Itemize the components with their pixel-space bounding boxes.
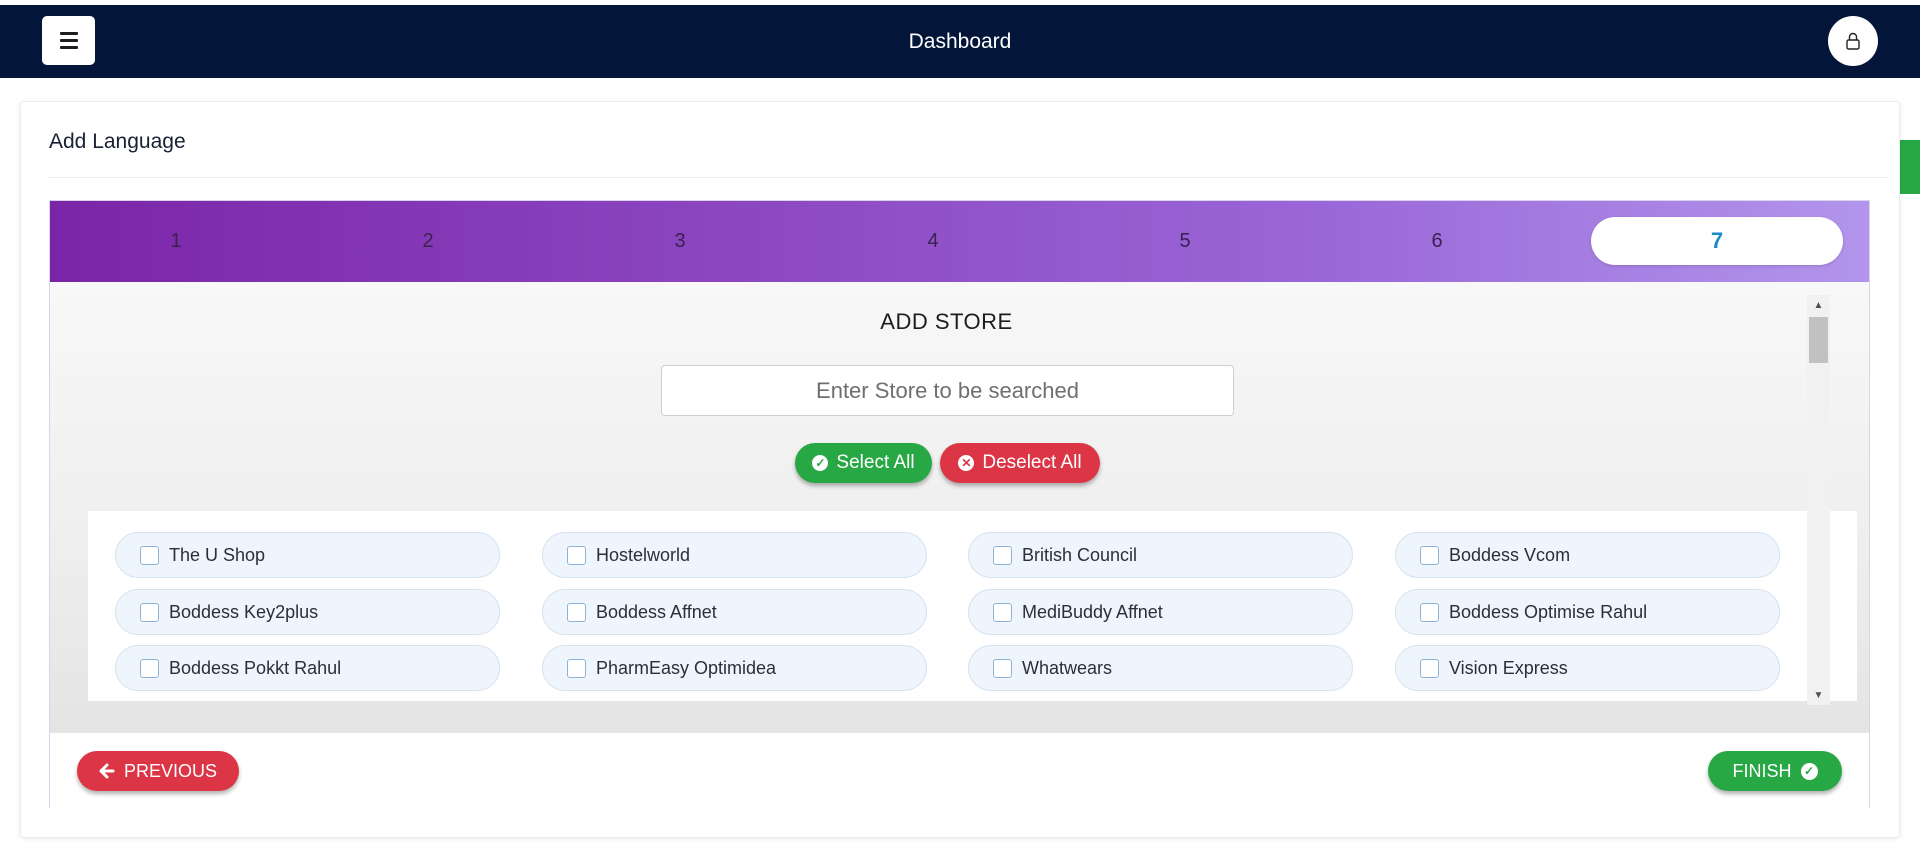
top-navbar: Dashboard xyxy=(0,5,1920,78)
deselect-all-button[interactable]: ✕ Deselect All xyxy=(940,443,1100,483)
store-item[interactable]: The U Shop xyxy=(115,532,500,578)
add-language-card: Add Language 1 2 3 4 5 6 7 ADD STORE ✓ S… xyxy=(20,101,1900,838)
select-all-label: Select All xyxy=(836,452,915,473)
store-item[interactable]: MediBuddy Affnet xyxy=(968,589,1353,635)
step-3[interactable]: 3 xyxy=(554,217,806,265)
store-name: Boddess Key2plus xyxy=(169,601,319,622)
section-title: ADD STORE xyxy=(880,309,1013,334)
store-name: The U Shop xyxy=(169,544,266,565)
store-name: Boddess Affnet xyxy=(596,601,717,622)
store-name: British Council xyxy=(1022,544,1138,565)
store-name: MediBuddy Affnet xyxy=(1022,601,1163,622)
store-item[interactable]: Boddess Optimise Rahul xyxy=(1395,589,1780,635)
deselect-all-label: Deselect All xyxy=(982,452,1082,473)
store-name: Boddess Vcom xyxy=(1449,544,1571,565)
step-2[interactable]: 2 xyxy=(302,217,554,265)
store-name: Vision Express xyxy=(1449,657,1568,678)
step-1[interactable]: 1 xyxy=(50,217,302,265)
x-circle-icon: ✕ xyxy=(958,455,975,471)
divider xyxy=(49,177,1889,178)
store-item[interactable]: Hostelworld xyxy=(542,532,927,578)
store-checkbox[interactable] xyxy=(1420,545,1439,565)
store-checkbox[interactable] xyxy=(567,545,586,565)
finish-button[interactable]: FINISH ✓ xyxy=(1708,751,1842,791)
select-all-button[interactable]: ✓ Select All xyxy=(795,443,932,483)
store-item[interactable]: British Council xyxy=(968,532,1353,578)
store-checkbox[interactable] xyxy=(140,545,159,565)
wizard-content: ADD STORE ✓ Select All ✕ Deselect All Th… xyxy=(50,282,1869,732)
store-item[interactable]: Whatwears xyxy=(968,645,1353,691)
step-7-active[interactable]: 7 xyxy=(1591,217,1843,265)
store-checkbox[interactable] xyxy=(993,602,1012,622)
wizard: 1 2 3 4 5 6 7 ADD STORE ✓ Select All ✕ D… xyxy=(49,200,1870,808)
step-5[interactable]: 5 xyxy=(1059,217,1311,265)
store-name: Whatwears xyxy=(1022,657,1113,678)
content-scrollbar[interactable]: ▲ ▼ xyxy=(1807,295,1830,705)
step-4[interactable]: 4 xyxy=(807,217,1059,265)
store-checkbox[interactable] xyxy=(993,658,1012,678)
store-checkbox[interactable] xyxy=(1420,658,1439,678)
store-name: Boddess Pokkt Rahul xyxy=(169,657,342,678)
store-name: Boddess Optimise Rahul xyxy=(1449,601,1648,622)
store-checkbox[interactable] xyxy=(1420,602,1439,622)
store-list: The U Shop Hostelworld British Council B… xyxy=(88,511,1857,701)
store-search-input[interactable] xyxy=(661,365,1234,416)
wizard-steps: 1 2 3 4 5 6 7 xyxy=(50,201,1869,282)
check-circle-icon: ✓ xyxy=(812,455,829,471)
step-6[interactable]: 6 xyxy=(1311,217,1563,265)
scroll-down-arrow-icon[interactable]: ▼ xyxy=(1807,685,1830,705)
store-checkbox[interactable] xyxy=(140,658,159,678)
card-title: Add Language xyxy=(49,130,186,153)
store-item[interactable]: Boddess Affnet xyxy=(542,589,927,635)
scroll-thumb[interactable] xyxy=(1809,317,1828,363)
store-name: PharmEasy Optimidea xyxy=(596,657,777,678)
scroll-up-arrow-icon[interactable]: ▲ xyxy=(1807,295,1830,315)
store-checkbox[interactable] xyxy=(140,602,159,622)
finish-label: FINISH xyxy=(1732,760,1792,781)
previous-label: PREVIOUS xyxy=(123,760,218,781)
store-item[interactable]: Boddess Vcom xyxy=(1395,532,1780,578)
store-checkbox[interactable] xyxy=(567,658,586,678)
page-title: Dashboard xyxy=(908,30,1012,53)
store-item[interactable]: Boddess Key2plus xyxy=(115,589,500,635)
store-checkbox[interactable] xyxy=(567,602,586,622)
previous-button[interactable]: PREVIOUS xyxy=(77,751,239,791)
store-item[interactable]: Boddess Pokkt Rahul xyxy=(115,645,500,691)
store-checkbox[interactable] xyxy=(993,545,1012,565)
user-lock-icon xyxy=(1846,32,1860,50)
store-item[interactable]: Vision Express xyxy=(1395,645,1780,691)
wizard-footer: PREVIOUS FINISH ✓ xyxy=(50,732,1869,808)
check-circle-icon: ✓ xyxy=(1800,762,1818,780)
store-item[interactable]: PharmEasy Optimidea xyxy=(542,645,927,691)
arrow-left-icon xyxy=(99,763,115,779)
user-profile-button[interactable] xyxy=(1828,16,1878,66)
store-name: Hostelworld xyxy=(596,544,691,565)
